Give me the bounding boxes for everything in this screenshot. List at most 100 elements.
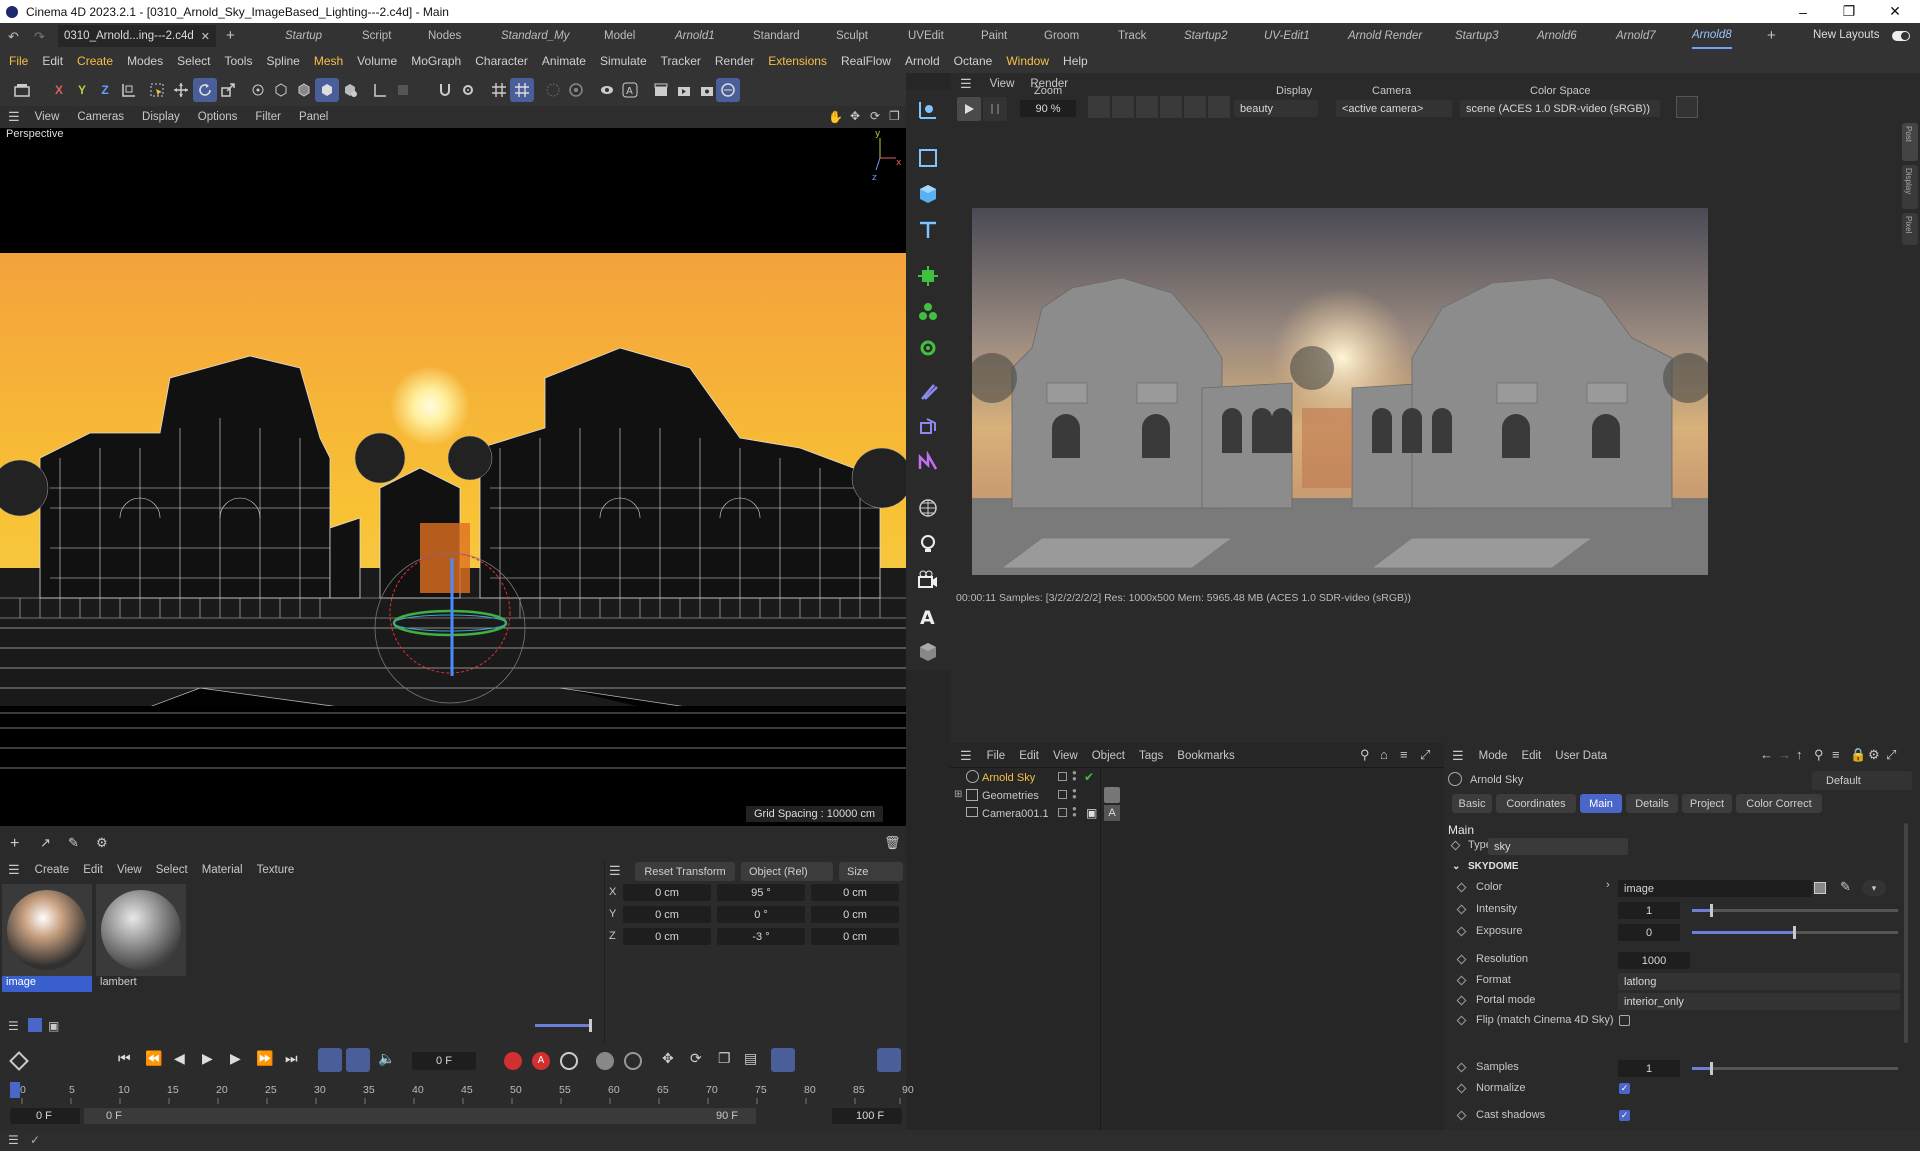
undo-icon[interactable]: ↶ <box>8 29 19 45</box>
menu-realflow[interactable]: RealFlow <box>834 54 898 68</box>
goto-start-icon[interactable]: ⏮ <box>118 1050 131 1067</box>
attr-menu-user-data[interactable]: User Data <box>1548 750 1614 762</box>
coord-y-scale[interactable]: 0 cm <box>811 906 899 923</box>
resolution-field[interactable]: 1000 <box>1618 952 1690 969</box>
start-frame-field[interactable]: 0 F <box>10 1108 80 1124</box>
param-icon[interactable] <box>624 1052 642 1070</box>
axis-x-lock-icon[interactable]: X <box>47 78 71 102</box>
add-tab-icon[interactable]: + <box>226 27 235 44</box>
flip-checkbox[interactable] <box>1619 1015 1630 1026</box>
type-dropdown[interactable]: sky <box>1488 838 1628 855</box>
render-pause-button[interactable] <box>983 97 1007 121</box>
coords-hamburger-icon[interactable]: ☰ <box>609 863 621 879</box>
attr-scrollbar[interactable] <box>1904 823 1908 1043</box>
skydome-collapse-icon[interactable]: ⌄ <box>1452 861 1460 872</box>
render-visibility-dots[interactable]: ● ● <box>1072 787 1077 801</box>
palette-environment-icon[interactable] <box>914 494 942 522</box>
viewport-menu-filter[interactable]: Filter <box>246 111 290 123</box>
arrow-icon[interactable]: ↗ <box>40 835 51 851</box>
material-tag-icon[interactable] <box>1104 787 1120 803</box>
keyframe-icon[interactable] <box>9 1051 29 1071</box>
prev-frame-icon[interactable]: ◀ <box>174 1050 185 1067</box>
viewport-menu-options[interactable]: Options <box>189 111 247 123</box>
loop-icon[interactable] <box>318 1048 342 1072</box>
palette-field-icon[interactable] <box>914 412 942 440</box>
portal-mode-dropdown[interactable]: interior_only <box>1618 993 1900 1010</box>
move-tool-icon[interactable] <box>169 78 193 102</box>
palette-deformer-icon[interactable] <box>914 378 942 406</box>
menu-volume[interactable]: Volume <box>350 54 404 68</box>
attr-tab-details[interactable]: Details <box>1626 794 1678 813</box>
attr-expand-icon[interactable]: ⤢ <box>1886 747 1896 763</box>
layout-tab-arnold-render[interactable]: Arnold Render <box>1348 23 1422 49</box>
solo-icon[interactable] <box>391 78 415 102</box>
side-tab-post[interactable]: Post <box>1902 123 1918 161</box>
attr-menu-edit[interactable]: Edit <box>1514 750 1548 762</box>
material-menu-select[interactable]: Select <box>149 864 195 876</box>
add-layout-icon[interactable]: + <box>1767 27 1776 44</box>
format-dropdown[interactable]: latlong <box>1618 973 1900 990</box>
arnold-tag-icon[interactable]: A <box>1104 805 1120 821</box>
menu-tools[interactable]: Tools <box>217 54 259 68</box>
menu-octane[interactable]: Octane <box>947 54 1000 68</box>
arnold-a-icon[interactable]: A <box>618 78 642 102</box>
object-rel-dropdown[interactable]: Object (Rel) <box>741 862 833 881</box>
layout-tab-track[interactable]: Track <box>1118 23 1146 49</box>
palette-generator-icon[interactable] <box>914 262 942 290</box>
color-expand-icon[interactable]: › <box>1606 879 1610 891</box>
samples-slider[interactable] <box>1692 1062 1898 1075</box>
layout-tab-script[interactable]: Script <box>362 23 391 49</box>
pan-view-icon[interactable]: ✋ <box>828 110 843 124</box>
material-menu-texture[interactable]: Texture <box>250 864 302 876</box>
menu-mograph[interactable]: MoGraph <box>404 54 468 68</box>
render-menu-view[interactable]: View <box>980 78 1025 90</box>
rot-key-icon[interactable]: ⟳ <box>690 1050 702 1067</box>
exposure-keyframe-icon[interactable] <box>1456 926 1467 937</box>
attr-tab-basic[interactable]: Basic <box>1452 794 1492 813</box>
coordinate-system-icon[interactable] <box>116 78 140 102</box>
layout-tab-startup[interactable]: Startup <box>285 23 322 49</box>
edges-mode-icon[interactable] <box>269 78 293 102</box>
menu-window[interactable]: Window <box>999 54 1056 68</box>
menu-simulate[interactable]: Simulate <box>593 54 654 68</box>
dynamic-guide-icon[interactable] <box>510 78 534 102</box>
side-tab-pixel[interactable]: Pixel <box>1902 213 1918 245</box>
minimize-button[interactable]: – <box>1780 0 1826 23</box>
layout-tab-arnold1[interactable]: Arnold1 <box>675 23 715 49</box>
record-icon[interactable] <box>504 1052 522 1070</box>
cast-shadows-keyframe-icon[interactable] <box>1456 1110 1467 1121</box>
timeline-graph-icon[interactable] <box>877 1048 901 1072</box>
max-frame-field[interactable]: 100 F <box>832 1108 902 1124</box>
layout-tab-groom[interactable]: Groom <box>1044 23 1079 49</box>
workplane-icon[interactable] <box>368 78 392 102</box>
material-menu-material[interactable]: Material <box>195 864 250 876</box>
layout-tab-uvedit[interactable]: UVEdit <box>908 23 944 49</box>
menu-character[interactable]: Character <box>468 54 535 68</box>
normalize-keyframe-icon[interactable] <box>1456 1083 1467 1094</box>
render-view-hamburger-icon[interactable]: ☰ <box>950 76 980 92</box>
next-key-icon[interactable]: ⏩ <box>256 1050 273 1067</box>
preview-view-icon[interactable]: ▣ <box>48 1019 59 1033</box>
layout-tab-arnold8[interactable]: Arnold8 <box>1692 23 1732 49</box>
object-menu-file[interactable]: File <box>980 750 1013 762</box>
render-play-button[interactable] <box>957 97 981 121</box>
attr-settings-icon[interactable]: ⚙ <box>1868 747 1880 763</box>
next-frame-icon[interactable]: ▶ <box>230 1050 241 1067</box>
layouts-toggle[interactable] <box>1892 31 1910 41</box>
color-picker-icon[interactable]: ✎ <box>1840 879 1851 895</box>
attr-tab-coordinates[interactable]: Coordinates <box>1496 794 1576 813</box>
maximize-button[interactable]: ❐ <box>1826 0 1872 23</box>
coord-z-pos[interactable]: 0 cm <box>623 928 711 945</box>
maximize-view-icon[interactable]: ❐ <box>889 109 900 123</box>
sound-icon[interactable]: 🔈 <box>378 1050 395 1067</box>
flip-keyframe-icon[interactable] <box>1456 1015 1467 1026</box>
camera-dropdown[interactable]: <active camera> <box>1336 100 1452 117</box>
object-hamburger-icon[interactable]: ☰ <box>950 748 980 764</box>
colorspace-dropdown[interactable]: scene (ACES 1.0 SDR-video (sRGB)) <box>1460 100 1660 117</box>
portal-keyframe-icon[interactable] <box>1456 995 1467 1006</box>
coord-x-scale[interactable]: 0 cm <box>811 884 899 901</box>
arnold-icon[interactable] <box>595 78 619 102</box>
attr-tab-main[interactable]: Main <box>1580 794 1622 813</box>
viewport-menu-panel[interactable]: Panel <box>290 111 337 123</box>
snap-icon[interactable] <box>433 78 457 102</box>
